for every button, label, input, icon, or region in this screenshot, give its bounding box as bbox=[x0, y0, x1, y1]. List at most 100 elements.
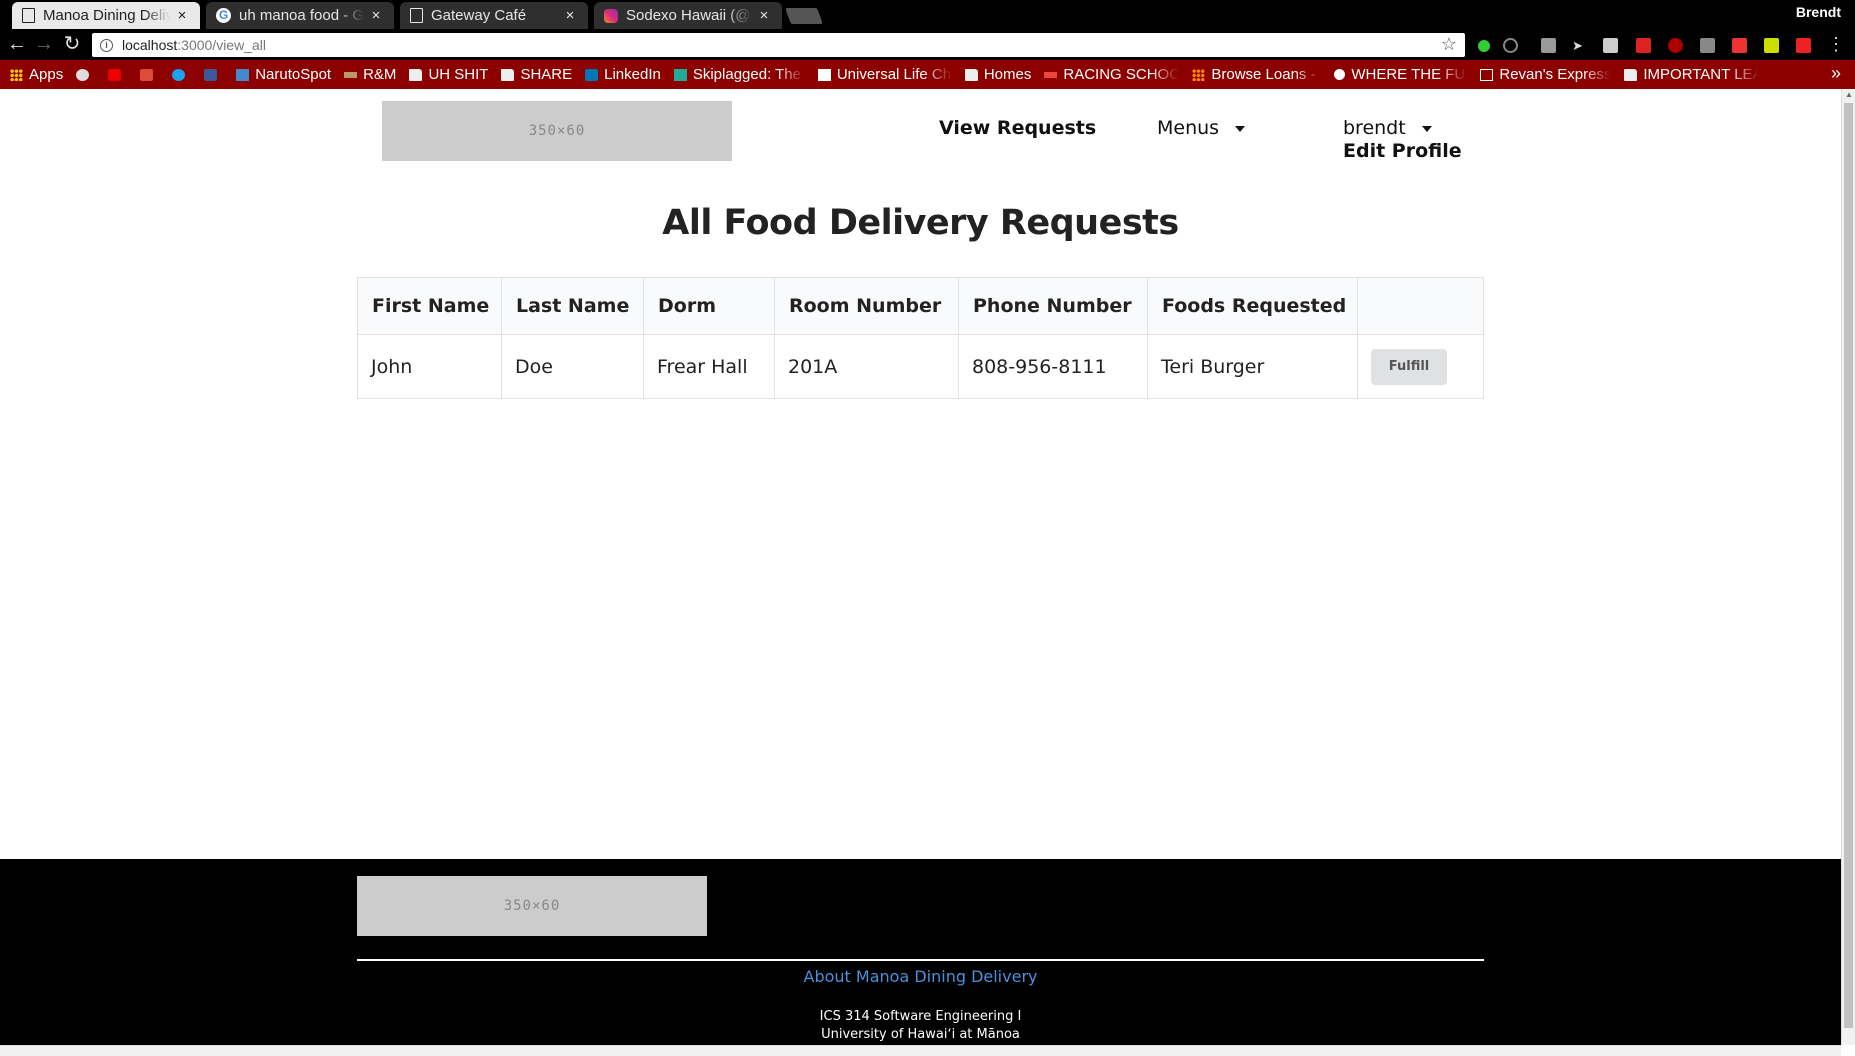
vertical-scrollbar[interactable]: ▲ bbox=[1841, 89, 1855, 1045]
bookmark-narutospot[interactable]: NarutoSpot bbox=[236, 66, 331, 83]
tab-google-search[interactable]: G uh manoa food - Go × bbox=[206, 2, 394, 29]
address-bar[interactable]: i localhost:3000/view_all ☆ bbox=[92, 33, 1465, 57]
bookmark-revans-express[interactable]: Revan's Express bbox=[1480, 66, 1611, 83]
extension-pocket-icon[interactable] bbox=[1732, 38, 1747, 53]
url-host: localhost bbox=[122, 37, 178, 53]
extension-cursor-icon[interactable]: ➤ bbox=[1572, 38, 1587, 53]
column-header bbox=[1357, 277, 1484, 335]
bookmark-homes[interactable]: Homes bbox=[964, 66, 1031, 83]
page-icon bbox=[410, 8, 423, 23]
extension-chat-icon[interactable] bbox=[1603, 38, 1618, 53]
footer-logo: 350×60 bbox=[357, 876, 707, 936]
extension-box-icon[interactable] bbox=[1700, 38, 1715, 53]
bookmark-twitter[interactable] bbox=[172, 68, 191, 81]
tab-manoa-dining[interactable]: Manoa Dining Deliv × bbox=[12, 2, 200, 29]
close-icon[interactable]: × bbox=[756, 7, 772, 24]
cell-dorm: Frear Hall bbox=[643, 334, 775, 399]
twitter-icon bbox=[172, 68, 186, 81]
bookmarks-overflow-icon[interactable]: » bbox=[1831, 63, 1841, 84]
bookmark-skiplagged[interactable]: Skiplagged: The c bbox=[673, 66, 805, 83]
about-link[interactable]: About Manoa Dining Delivery bbox=[0, 967, 1841, 986]
loans-icon bbox=[1192, 68, 1206, 81]
bookmark-google-plus[interactable] bbox=[140, 68, 159, 81]
bookmark-youtube[interactable] bbox=[108, 68, 127, 81]
bookmark-linkedin[interactable]: LinkedIn bbox=[585, 66, 661, 83]
folder-icon bbox=[964, 68, 978, 81]
reload-button[interactable]: ↻ bbox=[59, 32, 85, 58]
cell-room-number: 201A bbox=[774, 334, 959, 399]
instagram-icon bbox=[604, 8, 618, 23]
extension-red-square-icon[interactable] bbox=[1796, 38, 1811, 53]
scroll-up-icon[interactable]: ▲ bbox=[1845, 90, 1853, 99]
tab-title: Gateway Café bbox=[431, 7, 527, 24]
bookmark-uh-shit[interactable]: UH SHIT bbox=[409, 66, 488, 83]
nav-menus-label: Menus bbox=[1157, 117, 1220, 139]
footer-university: University of Hawaiʻi at Mānoa bbox=[821, 1027, 1020, 1042]
tab-gateway-cafe[interactable]: Gateway Café × bbox=[400, 2, 588, 29]
page-viewport: 350×60 View Requests Menus brendt Edit P… bbox=[0, 89, 1841, 1045]
browser-menu-icon[interactable]: ⋮ bbox=[1827, 34, 1845, 54]
new-tab-button[interactable] bbox=[785, 8, 823, 24]
close-icon[interactable]: × bbox=[562, 7, 578, 24]
bookmarks-bar: Apps NarutoSpot R&M UH SHIT SHARE Linked… bbox=[0, 60, 1855, 89]
apps-icon bbox=[10, 68, 23, 81]
youtube-icon bbox=[108, 68, 122, 81]
column-header: First Name bbox=[357, 277, 502, 335]
browser-profile[interactable]: Brendt bbox=[1796, 4, 1841, 20]
scrollbar-thumb[interactable] bbox=[1844, 103, 1853, 1028]
extension-gray-icon[interactable] bbox=[1541, 38, 1556, 53]
edit-profile-link[interactable]: Edit Profile bbox=[1343, 140, 1462, 162]
extension-ublock-icon[interactable] bbox=[1668, 38, 1683, 53]
cell-first-name: John bbox=[357, 334, 502, 399]
extension-green-icon[interactable] bbox=[1478, 40, 1490, 52]
back-button[interactable]: ← bbox=[4, 32, 30, 58]
bookmark-reddit[interactable] bbox=[76, 68, 95, 81]
extension-red-icon[interactable] bbox=[1636, 38, 1651, 53]
tab-title: uh manoa food - Go bbox=[239, 7, 364, 24]
site-logo[interactable]: 350×60 bbox=[382, 101, 732, 161]
racing-icon bbox=[1044, 71, 1058, 78]
browser-toolbar: ← → ↻ i localhost:3000/view_all ☆ ➤ ⋮ bbox=[0, 29, 1855, 60]
bookmark-share[interactable]: SHARE bbox=[501, 66, 572, 83]
bookmark-rm[interactable]: R&M bbox=[344, 66, 396, 83]
nav-view-requests[interactable]: View Requests bbox=[939, 117, 1096, 139]
facebook-icon bbox=[204, 68, 218, 81]
ulc-icon bbox=[817, 68, 831, 81]
extension-ghostery-icon[interactable] bbox=[1503, 38, 1518, 53]
bookmark-apps[interactable]: Apps bbox=[10, 66, 63, 83]
bookmark-where[interactable]: WHERE THE FUC bbox=[1334, 66, 1467, 83]
naruto-icon bbox=[236, 68, 250, 81]
forward-button[interactable]: → bbox=[31, 32, 57, 58]
skiplagged-icon bbox=[673, 68, 687, 81]
bookmark-important[interactable]: IMPORTANT LEA bbox=[1624, 66, 1759, 83]
footer-course: ICS 314 Software Engineering I bbox=[819, 1009, 1022, 1024]
bookmark-star-icon[interactable]: ☆ bbox=[1441, 34, 1457, 55]
site-footer: 350×60 About Manoa Dining Delivery ICS 3… bbox=[0, 859, 1841, 1045]
column-header: Dorm bbox=[643, 277, 775, 335]
chevron-down-icon bbox=[1421, 125, 1432, 132]
column-header: Room Number bbox=[774, 277, 959, 335]
google-plus-icon bbox=[140, 68, 154, 81]
nav-menus-dropdown[interactable]: Menus bbox=[1157, 117, 1246, 139]
horizontal-scrollbar[interactable] bbox=[0, 1045, 1841, 1056]
circle-icon bbox=[1334, 69, 1346, 80]
bookmark-racing-school[interactable]: RACING SCHOOL bbox=[1044, 66, 1179, 83]
bookmark-facebook[interactable] bbox=[204, 68, 223, 81]
user-dropdown[interactable]: brendt bbox=[1343, 117, 1432, 139]
close-icon[interactable]: × bbox=[368, 7, 384, 24]
extension-yellow-icon[interactable] bbox=[1764, 38, 1779, 53]
bookmark-browse-loans[interactable]: Browse Loans - L bbox=[1192, 66, 1321, 83]
column-header: Last Name bbox=[501, 277, 644, 335]
tab-strip: Manoa Dining Deliv × G uh manoa food - G… bbox=[0, 0, 1855, 29]
page-title: All Food Delivery Requests bbox=[662, 203, 1179, 243]
bookmark-universal-life[interactable]: Universal Life Ch bbox=[817, 66, 952, 83]
fulfill-button[interactable]: Fulfill bbox=[1371, 348, 1447, 385]
info-icon[interactable]: i bbox=[100, 38, 113, 52]
table-header-row: First Name Last Name Dorm Room Number Ph… bbox=[357, 277, 1484, 335]
cell-action: Fulfill bbox=[1357, 334, 1484, 399]
tab-sodexo-instagram[interactable]: Sodexo Hawaii (@s × bbox=[594, 2, 782, 29]
linkedin-icon bbox=[585, 68, 599, 81]
close-icon[interactable]: × bbox=[174, 7, 190, 24]
column-header: Phone Number bbox=[958, 277, 1148, 335]
requests-table: First Name Last Name Dorm Room Number Ph… bbox=[357, 277, 1484, 399]
